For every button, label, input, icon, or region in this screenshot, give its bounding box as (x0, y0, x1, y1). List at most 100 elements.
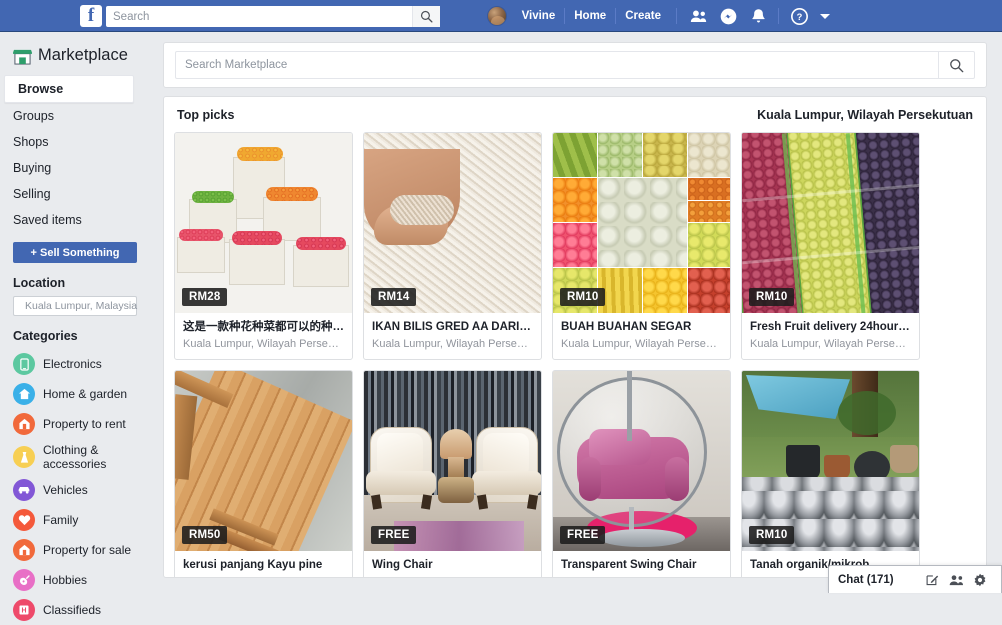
listing-card[interactable]: RM10 BUAH BUAHAN SEGAR Kuala Lumpur, Wil… (552, 132, 731, 360)
listing-body: Wing Chair Ampang, Selangor · over a wee… (364, 551, 541, 578)
price-badge: RM28 (182, 288, 227, 306)
nav-user-name[interactable]: Vivine (513, 0, 565, 32)
heart-icon (13, 509, 35, 531)
top-picks-title: Top picks (177, 108, 234, 122)
avatar[interactable] (487, 6, 507, 26)
friends-list-icon (949, 574, 964, 586)
classifieds-icon: H (13, 599, 35, 621)
sell-something-button[interactable]: + Sell Something (13, 242, 137, 263)
nav-divider (676, 8, 677, 24)
marketplace-search-input[interactable] (176, 59, 938, 71)
help-button[interactable]: ? (784, 0, 814, 32)
listing-card[interactable]: RM10 Fresh Fruit delivery 24hours RM10 K… (741, 132, 920, 360)
sidebar-item-groups[interactable]: Groups (0, 103, 150, 129)
listing-title: Wing Chair (372, 558, 533, 573)
listing-title: 这是一款种花种菜都可以的种植设... (183, 320, 344, 335)
sidebar-item-shops[interactable]: Shops (0, 129, 150, 155)
car-icon (13, 479, 35, 501)
chat-settings-button[interactable] (968, 567, 992, 593)
listing-image[interactable]: RM50 (175, 371, 352, 551)
location-input[interactable]: Kuala Lumpur, Malaysia (13, 296, 137, 316)
new-message-icon (926, 573, 939, 586)
top-picks-location: Kuala Lumpur, Wilayah Persekutuan (757, 108, 973, 122)
svg-text:?: ? (796, 12, 802, 22)
marketplace-search-button[interactable] (938, 51, 974, 79)
price-badge: RM10 (749, 288, 794, 306)
sidebar-item-selling[interactable]: Selling (0, 181, 150, 207)
account-dropdown-caret[interactable] (820, 14, 830, 19)
nav-divider (778, 8, 779, 24)
friend-requests-button[interactable] (683, 0, 713, 32)
sidebar-item-buying[interactable]: Buying (0, 155, 150, 181)
listing-subtitle: Kuala Lumpur, Wilayah Persekutuan · ... (561, 337, 722, 351)
listing-card[interactable]: FREE Transparent Swing Chair Seremban, N… (552, 370, 731, 578)
marketplace-main: Top picks Kuala Lumpur, Wilayah Persekut… (150, 32, 1002, 593)
top-nav-right: Vivine Home Create (487, 0, 840, 32)
listing-image[interactable]: RM10 (742, 371, 919, 551)
price-badge: RM14 (371, 288, 416, 306)
dress-icon (13, 446, 35, 468)
marketplace-title-text: Marketplace (38, 46, 128, 65)
help-icon: ? (791, 8, 808, 25)
sidebar-category-classifieds[interactable]: H Classifieds (0, 595, 150, 625)
listing-body: Transparent Swing Chair Seremban, Negeri… (553, 551, 730, 578)
listing-card[interactable]: RM14 IKAN BILIS GRED AA DARI TAWA... Kua… (363, 132, 542, 360)
notifications-button[interactable] (743, 0, 773, 32)
top-picks-card: Top picks Kuala Lumpur, Wilayah Persekut… (163, 96, 987, 578)
location-heading: Location (0, 263, 150, 296)
listing-subtitle: Kuala Lumpur, Wilayah Persekutuan · ... (183, 337, 344, 351)
chat-bar[interactable]: Chat (171) (828, 565, 1002, 593)
listing-card[interactable]: RM28 这是一款种花种菜都可以的种植设... Kuala Lumpur, Wi… (174, 132, 353, 360)
nav-home[interactable]: Home (565, 0, 615, 32)
facebook-logo[interactable]: f (80, 5, 102, 27)
listing-title: Fresh Fruit delivery 24hours RM10 (750, 320, 911, 335)
messenger-icon (720, 8, 737, 25)
listing-subtitle: Kuala Lumpur, Wilayah Persekutuan · ... (750, 337, 911, 351)
listing-body: IKAN BILIS GRED AA DARI TAWA... Kuala Lu… (364, 313, 541, 359)
white-planter-boxes-with-flowers (175, 133, 352, 313)
category-label: Vehicles (43, 483, 88, 497)
grape-trays-red-green-black (742, 133, 919, 313)
sidebar-item-saved-items[interactable]: Saved items (0, 207, 150, 233)
listing-card[interactable]: RM10 Tanah organik/mikrob Putrajaya, Wil… (741, 370, 920, 578)
listing-image[interactable]: RM14 (364, 133, 541, 313)
notifications-icon (751, 8, 766, 25)
global-search-button[interactable] (412, 6, 440, 27)
listing-card[interactable]: RM50 kerusi panjang Kayu pine Telok Pang… (174, 370, 353, 578)
sidebar-category-family[interactable]: Family (0, 505, 150, 535)
sidebar-category-clothing-accessories[interactable]: Clothing & accessories (0, 439, 150, 475)
new-message-button[interactable] (920, 567, 944, 593)
sidebar-category-hobbies[interactable]: Hobbies (0, 565, 150, 595)
listing-image[interactable]: RM28 (175, 133, 352, 313)
category-label: Hobbies (43, 573, 87, 587)
marketplace-search-box[interactable] (175, 51, 975, 79)
two-white-wing-chairs-striped-curtain (364, 371, 541, 551)
sidebar-item-browse[interactable]: Browse (4, 75, 134, 103)
listing-card[interactable]: FREE Wing Chair Ampang, Selangor · over … (363, 370, 542, 578)
listing-body: Fresh Fruit delivery 24hours RM10 Kuala … (742, 313, 919, 359)
listing-title: kerusi panjang Kayu pine (183, 558, 344, 573)
sidebar-category-vehicles[interactable]: Vehicles (0, 475, 150, 505)
listing-image[interactable]: FREE (364, 371, 541, 551)
category-label: Family (43, 513, 78, 527)
sidebar-category-electronics[interactable]: Electronics (0, 349, 150, 379)
listing-image[interactable]: FREE (553, 371, 730, 551)
sidebar-category-home-garden[interactable]: Home & garden (0, 379, 150, 409)
search-icon (420, 10, 433, 23)
listing-body: 这是一款种花种菜都可以的种植设... Kuala Lumpur, Wilayah… (175, 313, 352, 359)
marketplace-title: Marketplace (0, 42, 150, 75)
global-search-box[interactable] (106, 6, 440, 27)
listing-image[interactable]: RM10 (742, 133, 919, 313)
messenger-button[interactable] (713, 0, 743, 32)
listing-body: BUAH BUAHAN SEGAR Kuala Lumpur, Wilayah … (553, 313, 730, 359)
friends-list-button[interactable] (944, 567, 968, 593)
listing-image[interactable]: RM10 (553, 133, 730, 313)
categories-heading: Categories (0, 316, 150, 349)
sidebar-category-property-to-rent[interactable]: Property to rent (0, 409, 150, 439)
global-search-input[interactable] (106, 11, 412, 23)
price-badge: RM10 (749, 526, 794, 544)
sale-house-icon (13, 539, 35, 561)
sidebar-category-property-for-sale[interactable]: Property for sale (0, 535, 150, 565)
nav-create[interactable]: Create (616, 0, 670, 32)
mobile-phone-icon (13, 353, 35, 375)
